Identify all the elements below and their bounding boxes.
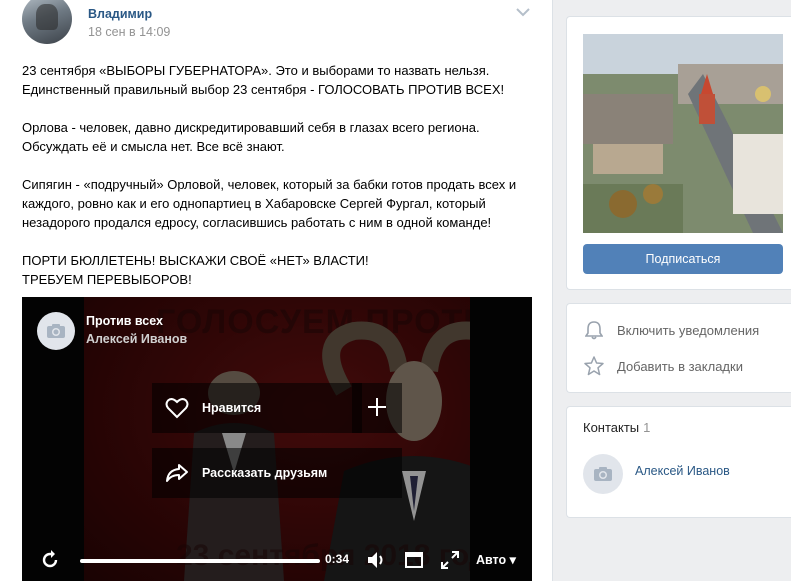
post-line: ТРЕБУЕМ ПЕРЕВЫБОРОВ! (22, 272, 192, 287)
post-line: Орлова - человек, давно дискредитировавш… (22, 120, 480, 135)
miniplayer-icon[interactable] (402, 545, 426, 575)
volume-icon[interactable] (364, 545, 388, 575)
share-icon (152, 463, 202, 483)
post-line: Единственный правильный выбор 23 сентябр… (22, 82, 505, 97)
contacts-panel: Контакты 1 Алексей Иванов (566, 406, 791, 518)
star-icon (583, 355, 605, 377)
author-avatar[interactable] (22, 0, 72, 44)
post-line: незадорого продался едросу, согласившись… (22, 215, 492, 230)
plus-icon (368, 397, 386, 419)
bookmark-button[interactable]: Добавить в закладки (583, 355, 743, 377)
community-actions-panel: Включить уведомления Добавить в закладки (566, 303, 791, 393)
post-line: Сипягин - «подручный» Орловой, человек, … (22, 177, 517, 192)
post-line: 23 сентября «ВЫБОРЫ ГУБЕРНАТОРА». Это и … (22, 63, 490, 78)
post-paragraph: Сипягин - «подручный» Орловой, человек, … (22, 175, 542, 232)
replay-icon[interactable] (36, 545, 64, 575)
bookmark-label: Добавить в закладки (617, 358, 743, 374)
fullscreen-icon[interactable] (438, 545, 462, 575)
post-header: Владимир 18 сен в 14:09 (22, 0, 542, 50)
post-paragraph: ПОРТИ БЮЛЛЕТЕНЬ! ВЫСКАЖИ СВОЁ «НЕТ» ВЛАС… (22, 251, 542, 289)
like-label: Нравится (202, 401, 262, 415)
progress-bar[interactable] (80, 559, 320, 563)
share-label: Рассказать друзьям (202, 466, 328, 480)
video-title[interactable]: Против всех (86, 314, 163, 328)
video-channel[interactable]: Алексей Иванов (86, 332, 187, 346)
subscribe-button[interactable]: Подписаться (583, 244, 783, 274)
notifications-label: Включить уведомления (617, 322, 760, 338)
community-photo-panel: Подписаться (566, 16, 791, 290)
post-line: ПОРТИ БЮЛЛЕТЕНЬ! ВЫСКАЖИ СВОЁ «НЕТ» ВЛАС… (22, 253, 369, 268)
contact-name-link[interactable]: Алексей Иванов (635, 464, 730, 478)
post-paragraph: 23 сентября «ВЫБОРЫ ГУБЕРНАТОРА». Это и … (22, 61, 542, 99)
post-paragraph: Орлова - человек, давно дискредитировавш… (22, 118, 542, 156)
notifications-toggle[interactable]: Включить уведомления (583, 319, 759, 341)
post-line: каждого, ровно как и его однопартиец в Х… (22, 196, 486, 211)
video-time: 0:34 (325, 552, 350, 566)
post-text: 23 сентября «ВЫБОРЫ ГУБЕРНАТОРА». Это и … (22, 61, 542, 289)
community-photo[interactable] (583, 34, 783, 233)
add-video-button[interactable] (352, 383, 402, 433)
chevron-down-icon[interactable] (516, 8, 530, 18)
post-author-link[interactable]: Владимир (88, 7, 152, 21)
camera-icon[interactable] (37, 312, 75, 350)
camera-icon[interactable] (583, 454, 623, 494)
share-button[interactable]: Рассказать друзьям (152, 448, 402, 498)
quality-select[interactable]: Авто ▾ (476, 552, 516, 567)
heart-icon (152, 397, 202, 419)
bell-icon (583, 319, 605, 341)
contacts-header[interactable]: Контакты 1 (583, 420, 650, 435)
post-date[interactable]: 18 сен в 14:09 (88, 25, 170, 39)
like-button[interactable]: Нравится (152, 383, 362, 433)
video-player[interactable]: ГОЛОСУЕМ ПРОТИВ ВСЕХ!!! 23 сентября 2018… (22, 297, 532, 581)
video-controls: 0:34 Авто ▾ (22, 545, 532, 581)
post-line: Обсуждать её и смысла нет. Все всё знают… (22, 139, 285, 154)
post-card: Владимир 18 сен в 14:09 23 сентября «ВЫБ… (0, 0, 553, 581)
contacts-count: 1 (643, 420, 651, 435)
